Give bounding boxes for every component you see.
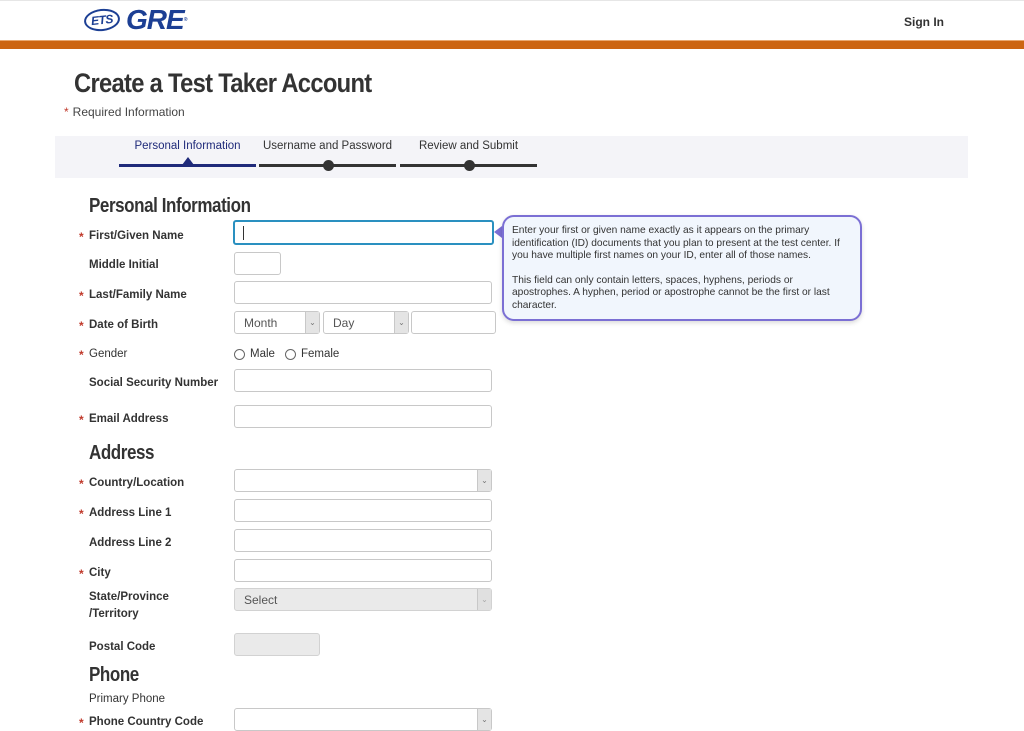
chevron-down-icon: ⌄ — [477, 589, 491, 610]
select-value: Select — [244, 593, 278, 607]
gre-wordmark: GRE — [126, 4, 185, 35]
step-username-and-password: Username and Password — [259, 136, 396, 178]
required-asterisk: * — [79, 567, 84, 581]
step-label: Review and Submit — [418, 140, 519, 152]
dob-month-select[interactable]: Month ⌄ — [234, 311, 320, 334]
address-line-2-input[interactable] — [234, 529, 492, 552]
ets-gre-logo[interactable]: ETS GRE® — [82, 4, 188, 35]
top-header: ETS GRE® Sign In — [0, 0, 1024, 40]
gender-radio-male[interactable]: Male — [234, 348, 275, 360]
select-value: Day — [333, 316, 355, 330]
chevron-down-icon: ⌄ — [305, 312, 319, 333]
label-text: Address Line 1 — [89, 507, 172, 519]
current-step-indicator-icon — [181, 157, 194, 165]
address-line-1-input[interactable] — [234, 499, 492, 522]
step-label: Personal Information — [134, 140, 241, 152]
ets-logo-badge: ETS — [82, 7, 122, 33]
label-text: First/Given Name — [89, 230, 184, 242]
label-text: Date of Birth — [89, 319, 158, 331]
label-text: Middle Initial — [89, 259, 159, 271]
chevron-down-icon: ⌄ — [394, 312, 408, 333]
label-text: Gender — [89, 348, 128, 360]
radio-circle-icon — [284, 348, 296, 360]
required-note-text: Required Information — [72, 105, 185, 119]
section-heading-address: Address — [89, 442, 155, 464]
sign-in-link[interactable]: Sign In — [904, 15, 944, 29]
required-asterisk: * — [64, 105, 69, 119]
dob-year-input[interactable] — [411, 311, 496, 334]
first-name-help-tooltip: Enter your first or given name exactly a… — [502, 215, 862, 321]
required-asterisk: * — [79, 348, 84, 362]
required-asterisk: * — [79, 477, 84, 491]
radio-circle-icon — [234, 348, 245, 360]
label-text: /Territory — [89, 608, 139, 620]
radio-label: Female — [300, 348, 340, 360]
required-asterisk: * — [79, 507, 84, 521]
label-text: Last/Family Name — [89, 289, 187, 301]
ssn-input[interactable] — [234, 369, 492, 392]
step-dot-icon — [322, 160, 334, 171]
section-heading-personal-information: Personal Information — [89, 195, 251, 217]
tooltip-paragraph: This field can only contain letters, spa… — [512, 274, 830, 311]
chevron-down-icon: ⌄ — [477, 470, 491, 491]
label-text: Address Line 2 — [89, 537, 172, 549]
registered-mark: ® — [183, 17, 188, 23]
last-name-input[interactable] — [234, 281, 492, 304]
tooltip-paragraph: Enter your first or given name exactly a… — [512, 225, 840, 261]
label-text: Social Security Number — [89, 377, 219, 389]
gre-logo-text: GRE® — [126, 4, 188, 35]
label-text: Phone Country Code — [89, 716, 204, 728]
gender-radio-female[interactable]: Female — [284, 348, 340, 360]
state-select[interactable]: Select ⌄ — [234, 588, 492, 611]
country-select[interactable]: ⌄ — [234, 469, 492, 492]
city-input[interactable] — [234, 559, 492, 582]
label-text: Email Address — [89, 413, 169, 425]
section-heading-phone: Phone — [89, 664, 139, 686]
required-information-note: * Required Information — [64, 105, 185, 119]
label-text: City — [89, 567, 111, 579]
progress-steps: Personal Information Username and Passwo… — [55, 136, 968, 178]
step-review-and-submit: Review and Submit — [400, 136, 537, 178]
label-text: State/Province — [89, 591, 169, 603]
middle-initial-input[interactable] — [234, 252, 281, 275]
step-label: Username and Password — [262, 140, 393, 152]
required-asterisk: * — [79, 413, 84, 427]
label-text: Country/Location — [89, 477, 185, 489]
step-dot-icon — [463, 160, 475, 171]
email-input[interactable] — [234, 405, 492, 428]
radio-label: Male — [250, 348, 275, 360]
dob-day-select[interactable]: Day ⌄ — [323, 311, 409, 334]
label-text: Postal Code — [89, 641, 156, 653]
postal-code-input[interactable] — [234, 633, 320, 656]
page-title: Create a Test Taker Account — [74, 68, 372, 98]
required-asterisk: * — [79, 319, 84, 333]
label-text: Primary Phone — [89, 693, 166, 705]
tooltip-pointer-icon — [494, 226, 502, 238]
header-accent-band — [0, 40, 1024, 49]
required-asterisk: * — [79, 230, 84, 244]
text-cursor — [243, 226, 244, 240]
required-asterisk: * — [79, 716, 84, 730]
select-value: Month — [244, 316, 278, 330]
phone-country-code-select[interactable]: ⌄ — [234, 708, 492, 731]
chevron-down-icon: ⌄ — [477, 709, 491, 730]
step-personal-information: Personal Information — [119, 136, 256, 178]
gender-radio-group: Male Female — [234, 348, 339, 360]
first-name-input[interactable] — [233, 220, 494, 245]
required-asterisk: * — [79, 289, 84, 303]
